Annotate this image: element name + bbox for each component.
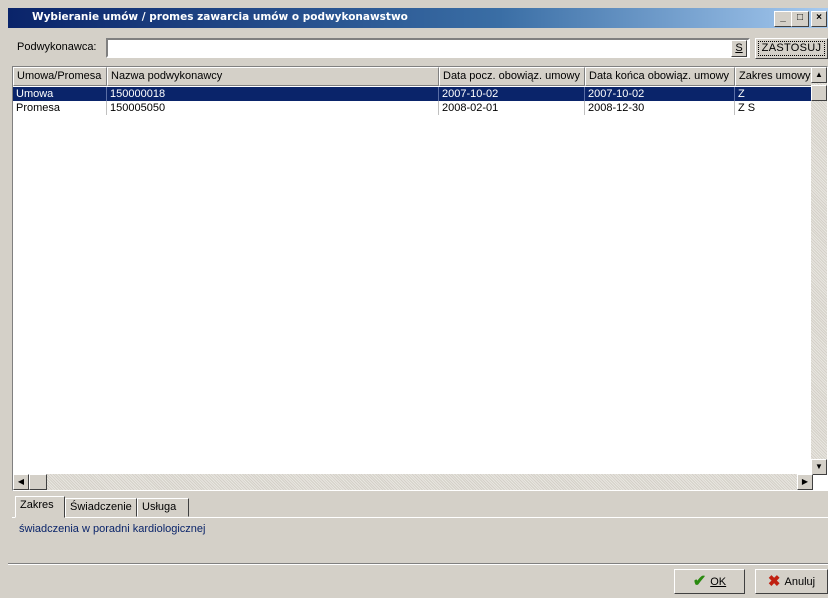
apply-button[interactable]: ZASTOSUJ: [755, 38, 828, 59]
cell-subcontractor: 150005050: [107, 101, 439, 115]
vertical-scroll-thumb[interactable]: [811, 85, 827, 101]
cell-scope: Z S: [735, 101, 817, 115]
cell-start-date: 2008-02-01: [439, 101, 585, 115]
cell-end-date: 2008-12-30: [585, 101, 735, 115]
table-row[interactable]: Promesa 150005050 2008-02-01 2008-12-30 …: [13, 101, 817, 115]
vertical-scrollbar[interactable]: ▲ ▼: [811, 67, 827, 475]
cross-icon: ✖: [767, 572, 781, 590]
ok-button[interactable]: ✔ OK: [674, 569, 745, 594]
scope-description: świadczenia w poradni kardiologicznej: [19, 523, 206, 535]
scroll-right-icon[interactable]: ▶: [797, 474, 813, 490]
cell-type: Umowa: [13, 87, 107, 101]
minimize-button[interactable]: _: [774, 11, 792, 27]
scroll-up-icon[interactable]: ▲: [811, 67, 827, 83]
s-button[interactable]: S: [731, 40, 747, 57]
cell-subcontractor: 150000018: [107, 87, 439, 101]
ok-label: OK: [710, 575, 727, 588]
horizontal-scrollbar[interactable]: ◀ ▶: [13, 474, 813, 490]
column-header-subcontractor[interactable]: Nazwa podwykonawcy: [107, 67, 439, 86]
cancel-label: Anuluj: [784, 575, 816, 588]
horizontal-scroll-thumb[interactable]: [29, 474, 47, 490]
cell-type: Promesa: [13, 101, 107, 115]
scroll-left-icon[interactable]: ◀: [13, 474, 29, 490]
tab-swiadczenie[interactable]: Świadczenie: [65, 498, 137, 517]
column-header-end-date[interactable]: Data końca obowiąz. umowy: [585, 67, 735, 86]
contracts-grid[interactable]: Umowa/Promesa Nazwa podwykonawcy Data po…: [12, 66, 828, 491]
cell-scope: Z: [735, 87, 817, 101]
tab-zakres[interactable]: Zakres: [15, 496, 65, 518]
cancel-button[interactable]: ✖ Anuluj: [755, 569, 828, 594]
cell-end-date: 2007-10-02: [585, 87, 735, 101]
scroll-down-icon[interactable]: ▼: [811, 459, 827, 475]
column-header-type[interactable]: Umowa/Promesa: [13, 67, 107, 86]
column-header-start-date[interactable]: Data pocz. obowiąz. umowy: [439, 67, 585, 86]
tab-usluga[interactable]: Usługa: [137, 498, 189, 517]
checkmark-icon: ✔: [692, 572, 707, 590]
table-row[interactable]: Umowa 150000018 2007-10-02 2007-10-02 Z: [13, 87, 817, 101]
title-bar: Wybieranie umów / promes zawarcia umów o…: [8, 8, 828, 28]
subcontractor-label: Podwykonawca:: [17, 41, 97, 53]
maximize-button[interactable]: □: [791, 11, 809, 27]
close-button[interactable]: ×: [811, 11, 827, 27]
column-header-scope[interactable]: Zakres umowy: [735, 67, 817, 86]
subcontractor-input[interactable]: [106, 38, 750, 58]
separator: [8, 563, 828, 565]
window-title: Wybieranie umów / promes zawarcia umów o…: [32, 11, 408, 23]
cell-start-date: 2007-10-02: [439, 87, 585, 101]
